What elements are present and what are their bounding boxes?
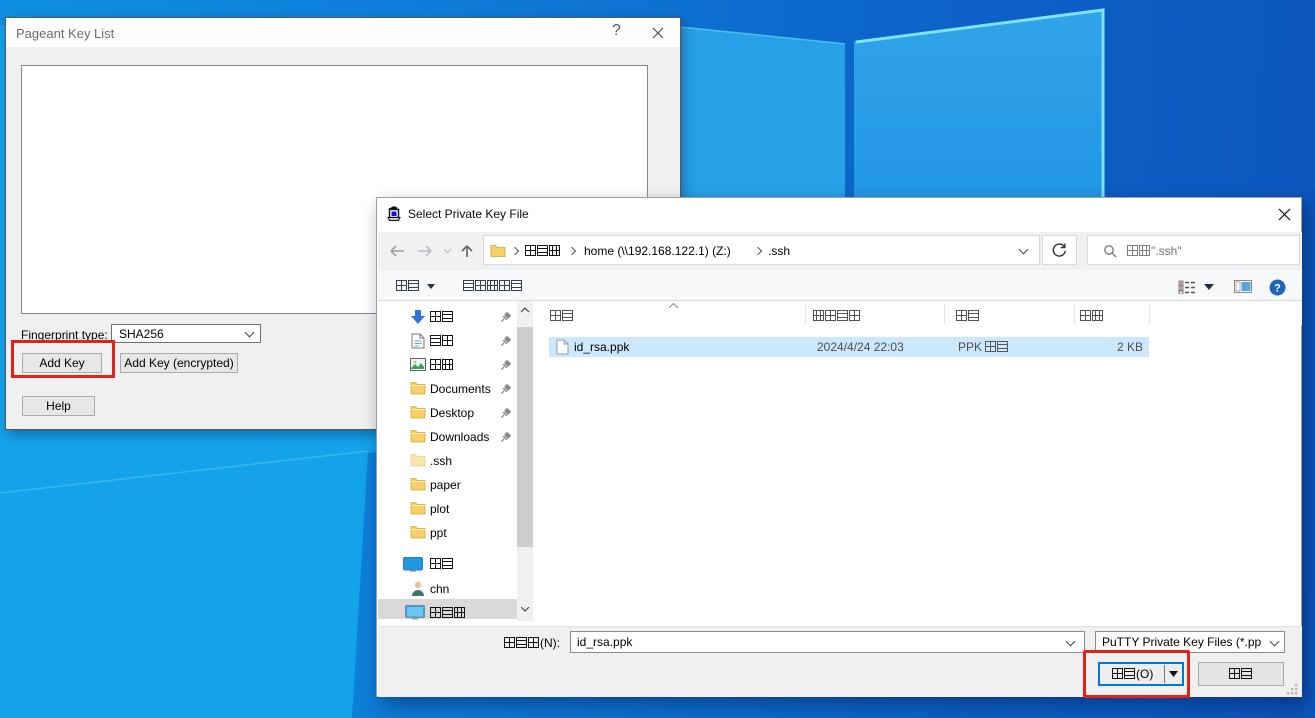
- svg-text:?: ?: [1274, 283, 1281, 295]
